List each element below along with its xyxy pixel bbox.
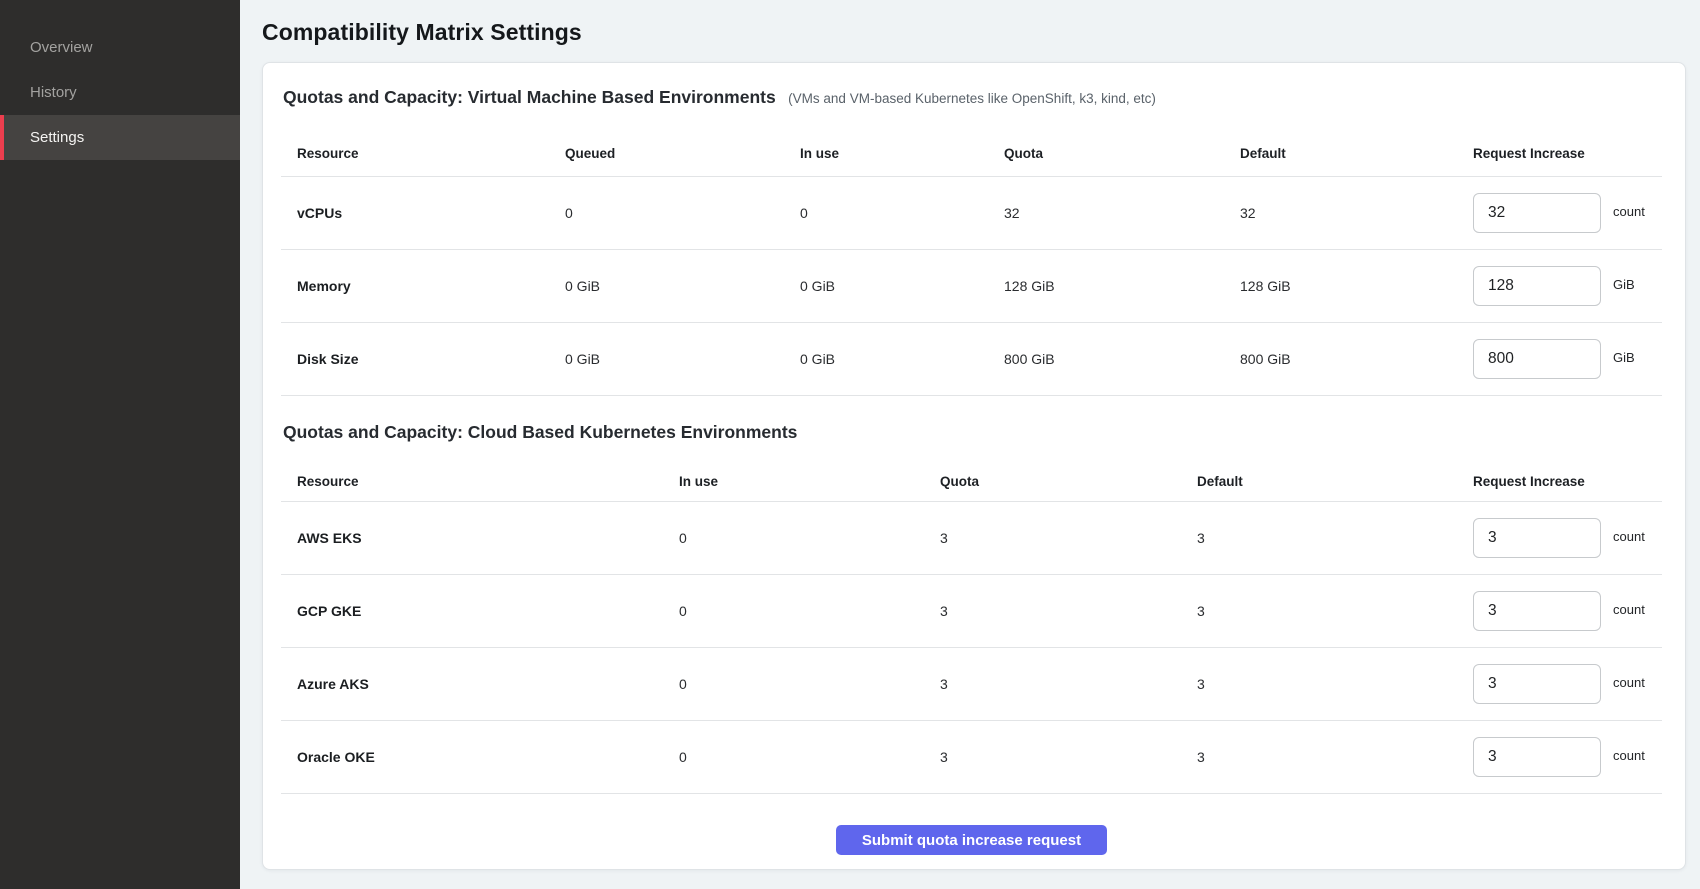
quota-value: 3 bbox=[940, 676, 1197, 692]
in-use-value: 0 GiB bbox=[800, 278, 1004, 294]
quota-value: 128 GiB bbox=[1004, 278, 1240, 294]
resource-name: vCPUs bbox=[281, 205, 565, 221]
request-increase-cell: GiB bbox=[1473, 339, 1662, 379]
table-row-vcpus: vCPUs 0 0 32 32 count bbox=[281, 177, 1662, 250]
default-value: 128 GiB bbox=[1240, 278, 1473, 294]
sidebar-item-settings[interactable]: Settings bbox=[0, 115, 240, 160]
quota-value: 800 GiB bbox=[1004, 351, 1240, 367]
column-header-resource: Resource bbox=[281, 146, 565, 161]
resource-name: AWS EKS bbox=[281, 530, 679, 546]
k8s-section-title: Quotas and Capacity: Cloud Based Kuberne… bbox=[283, 422, 797, 442]
table-row-disk-size: Disk Size 0 GiB 0 GiB 800 GiB 800 GiB Gi… bbox=[281, 323, 1662, 396]
vm-table-header: Resource Queued In use Quota Default Req… bbox=[281, 131, 1662, 177]
in-use-value: 0 bbox=[679, 603, 940, 619]
in-use-value: 0 bbox=[679, 676, 940, 692]
vm-section-header: Quotas and Capacity: Virtual Machine Bas… bbox=[283, 85, 1662, 111]
submit-quota-increase-button[interactable]: Submit quota increase request bbox=[836, 825, 1107, 855]
column-header-default: Default bbox=[1240, 146, 1473, 161]
k8s-table-header: Resource In use Quota Default Request In… bbox=[281, 462, 1662, 502]
card-footer: Submit quota increase request bbox=[281, 794, 1662, 875]
unit-label: count bbox=[1613, 675, 1645, 690]
request-increase-input-disk-size[interactable] bbox=[1473, 339, 1601, 379]
unit-label: count bbox=[1613, 529, 1645, 544]
unit-label: GiB bbox=[1613, 277, 1635, 292]
vm-section-title: Quotas and Capacity: Virtual Machine Bas… bbox=[283, 87, 776, 107]
default-value: 3 bbox=[1197, 749, 1473, 765]
default-value: 32 bbox=[1240, 205, 1473, 221]
request-increase-input-oracle-oke[interactable] bbox=[1473, 737, 1601, 777]
table-row-aws-eks: AWS EKS 0 3 3 count bbox=[281, 502, 1662, 575]
column-header-in-use: In use bbox=[679, 474, 940, 489]
column-header-request-increase: Request Increase bbox=[1473, 474, 1662, 489]
request-increase-input-vcpus[interactable] bbox=[1473, 193, 1601, 233]
table-row-azure-aks: Azure AKS 0 3 3 count bbox=[281, 648, 1662, 721]
resource-name: Memory bbox=[281, 278, 565, 294]
request-increase-cell: GiB bbox=[1473, 266, 1662, 306]
resource-name: Disk Size bbox=[281, 351, 565, 367]
column-header-default: Default bbox=[1197, 474, 1473, 489]
request-increase-input-aws-eks[interactable] bbox=[1473, 518, 1601, 558]
in-use-value: 0 GiB bbox=[800, 351, 1004, 367]
table-row-gcp-gke: GCP GKE 0 3 3 count bbox=[281, 575, 1662, 648]
k8s-section-header: Quotas and Capacity: Cloud Based Kuberne… bbox=[283, 420, 1662, 446]
vm-section-subtitle: (VMs and VM-based Kubernetes like OpenSh… bbox=[788, 91, 1156, 106]
queued-value: 0 GiB bbox=[565, 278, 800, 294]
in-use-value: 0 bbox=[679, 749, 940, 765]
request-increase-cell: count bbox=[1473, 737, 1662, 777]
resource-name: Oracle OKE bbox=[281, 749, 679, 765]
resource-name: Azure AKS bbox=[281, 676, 679, 692]
settings-card: Quotas and Capacity: Virtual Machine Bas… bbox=[262, 62, 1686, 870]
column-header-queued: Queued bbox=[565, 146, 800, 161]
request-increase-input-gcp-gke[interactable] bbox=[1473, 591, 1601, 631]
column-header-in-use: In use bbox=[800, 146, 1004, 161]
quota-value: 3 bbox=[940, 530, 1197, 546]
default-value: 800 GiB bbox=[1240, 351, 1473, 367]
quota-value: 32 bbox=[1004, 205, 1240, 221]
unit-label: GiB bbox=[1613, 350, 1635, 365]
request-increase-cell: count bbox=[1473, 518, 1662, 558]
queued-value: 0 bbox=[565, 205, 800, 221]
quota-value: 3 bbox=[940, 603, 1197, 619]
default-value: 3 bbox=[1197, 530, 1473, 546]
column-header-quota: Quota bbox=[1004, 146, 1240, 161]
sidebar-item-history[interactable]: History bbox=[0, 70, 240, 115]
default-value: 3 bbox=[1197, 603, 1473, 619]
request-increase-cell: count bbox=[1473, 664, 1662, 704]
request-increase-input-memory[interactable] bbox=[1473, 266, 1601, 306]
column-header-quota: Quota bbox=[940, 474, 1197, 489]
sidebar-item-overview[interactable]: Overview bbox=[0, 25, 240, 70]
in-use-value: 0 bbox=[800, 205, 1004, 221]
sidebar: Overview History Settings bbox=[0, 0, 240, 889]
resource-name: GCP GKE bbox=[281, 603, 679, 619]
table-row-memory: Memory 0 GiB 0 GiB 128 GiB 128 GiB GiB bbox=[281, 250, 1662, 323]
request-increase-cell: count bbox=[1473, 591, 1662, 631]
unit-label: count bbox=[1613, 602, 1645, 617]
main-content: Compatibility Matrix Settings Quotas and… bbox=[240, 0, 1700, 889]
unit-label: count bbox=[1613, 748, 1645, 763]
page-title: Compatibility Matrix Settings bbox=[262, 18, 1686, 46]
in-use-value: 0 bbox=[679, 530, 940, 546]
request-increase-input-azure-aks[interactable] bbox=[1473, 664, 1601, 704]
table-row-oracle-oke: Oracle OKE 0 3 3 count bbox=[281, 721, 1662, 794]
default-value: 3 bbox=[1197, 676, 1473, 692]
column-header-resource: Resource bbox=[281, 474, 679, 489]
column-header-request-increase: Request Increase bbox=[1473, 146, 1662, 161]
request-increase-cell: count bbox=[1473, 193, 1662, 233]
unit-label: count bbox=[1613, 204, 1645, 219]
quota-value: 3 bbox=[940, 749, 1197, 765]
queued-value: 0 GiB bbox=[565, 351, 800, 367]
